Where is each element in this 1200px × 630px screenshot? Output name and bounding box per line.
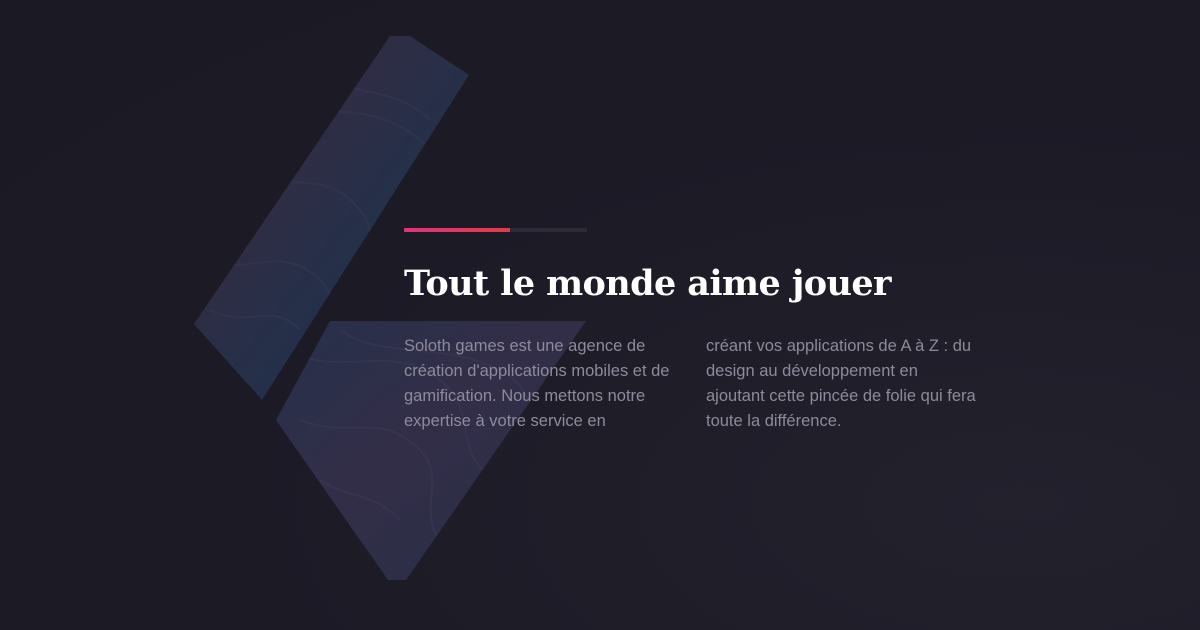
accent-divider-fill: [404, 228, 511, 232]
accent-divider: [404, 228, 587, 232]
description-column-2: créant vos applications de A à Z : du de…: [706, 337, 976, 430]
section-title: Tout le monde aime jouer: [404, 263, 892, 304]
soloth-logo-icon: [194, 36, 586, 580]
description-column-1: Soloth games est une agence de création …: [404, 337, 670, 430]
hero-section: Tout le monde aime jouer Soloth games es…: [0, 0, 1200, 630]
